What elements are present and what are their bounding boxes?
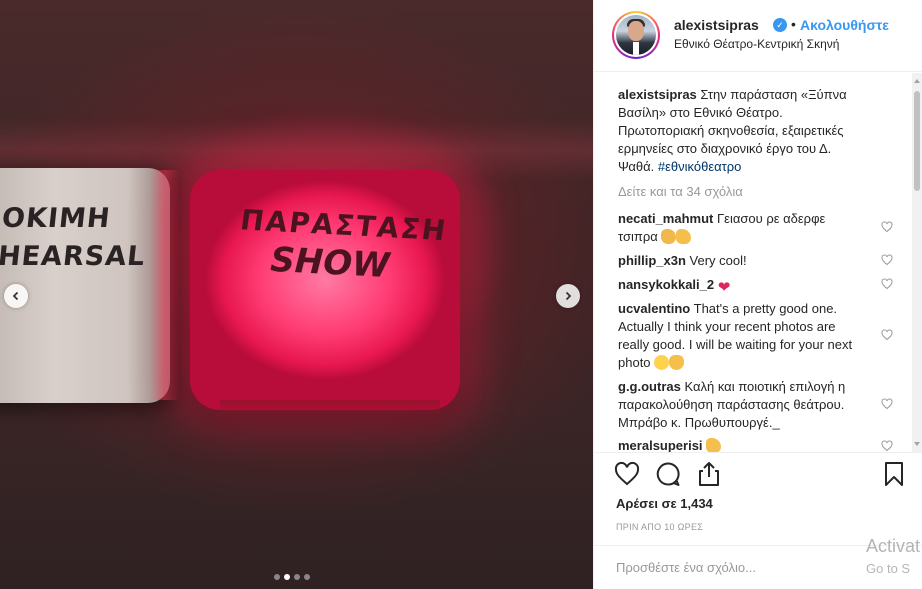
- thumbs-up-emoji-icon: [676, 229, 692, 244]
- carousel-dot: [304, 574, 310, 580]
- comment-like-heart-icon[interactable]: [881, 254, 893, 266]
- like-heart-icon[interactable]: [613, 460, 641, 488]
- comment-username[interactable]: g.g.outras: [618, 379, 681, 394]
- post-timestamp[interactable]: ΠΡΙΝ ΑΠΟ 10 ΩΡΕΣ: [616, 522, 703, 532]
- caption-username[interactable]: alexistsipras: [618, 87, 697, 102]
- carousel-dot-active: [284, 574, 290, 580]
- rehearsal-sign-text: ΟΚΙΜΗ HEARSAL: [0, 200, 147, 276]
- follow-button[interactable]: Ακολουθήστε: [800, 17, 889, 33]
- comment-like-heart-icon[interactable]: [881, 398, 893, 410]
- view-all-comments-link[interactable]: Δείτε και τα 34 σχόλια: [618, 184, 743, 199]
- comments-scrollbar[interactable]: [912, 73, 922, 453]
- chevron-right-icon: [565, 291, 572, 301]
- windows-activation-watermark: Activat: [866, 536, 921, 556]
- smile-emoji-icon: [654, 355, 670, 370]
- header-username[interactable]: alexistsipras: [674, 17, 759, 33]
- scroll-down-arrow-icon[interactable]: [914, 442, 920, 446]
- next-photo-button[interactable]: [556, 284, 580, 308]
- comment-text: Very cool!: [689, 253, 747, 268]
- previous-photo-button[interactable]: [4, 284, 28, 308]
- comment-like-heart-icon[interactable]: [881, 440, 893, 452]
- comment-username[interactable]: necati_mahmut: [618, 211, 713, 226]
- carousel-dots: [274, 574, 310, 580]
- likes-count[interactable]: Αρέσει σε 1,434: [616, 496, 713, 511]
- post-header: alexistsipras ✓ • Ακολουθήστε Εθνικό Θέα…: [594, 0, 922, 72]
- clapping-hands-emoji-icon: [661, 229, 677, 244]
- show-sign-text: ΠΑΡΑΣΤΑΣΗ SHOW: [238, 203, 449, 286]
- rehearsal-sign-line1: ΟΚΙΜΗ: [0, 203, 113, 234]
- comment-username[interactable]: phillip_x3n: [618, 253, 686, 268]
- carousel-dot: [294, 574, 300, 580]
- comment-item: meralsuperisi: [618, 437, 862, 453]
- avatar-photo: [616, 15, 656, 55]
- heart-emoji-icon: ❤: [717, 279, 731, 296]
- comment-item: necati_mahmut Γειασου ρε αδερφε τσιπρα: [618, 210, 862, 246]
- raised-hand-emoji-icon: [669, 355, 685, 370]
- show-sign-shadow: [220, 400, 440, 416]
- share-icon[interactable]: [695, 460, 723, 488]
- location-link[interactable]: Εθνικό Θέατρο-Κεντρική Σκηνή: [674, 37, 839, 51]
- comments-list[interactable]: alexistsipras Στην παράσταση «Ξύπνα Βασί…: [594, 73, 912, 453]
- avatar[interactable]: [612, 11, 660, 59]
- caption-hashtag[interactable]: #εθνικόθεατρο: [658, 159, 742, 174]
- carousel-dot: [274, 574, 280, 580]
- comment-bubble-icon[interactable]: [654, 460, 682, 488]
- comment-item: g.g.outras Καλή και ποιοτική επιλογή η π…: [618, 378, 862, 432]
- comment-username[interactable]: ucvalentino: [618, 301, 690, 316]
- action-bar: [593, 452, 922, 453]
- comment-username[interactable]: nansykokkali_2: [618, 277, 714, 292]
- post-photo[interactable]: ΟΚΙΜΗ HEARSAL ΠΑΡΑΣΤΑΣΗ SHOW: [0, 0, 593, 589]
- chevron-left-icon: [12, 291, 19, 301]
- comment-item: ucvalentino That's a pretty good one. Ac…: [618, 300, 862, 372]
- comment-username[interactable]: meralsuperisi: [618, 438, 703, 453]
- comment-item: nansykokkali_2 ❤: [618, 276, 862, 295]
- comment-like-heart-icon[interactable]: [881, 278, 893, 290]
- scrollbar-thumb[interactable]: [914, 91, 920, 191]
- verified-badge-icon: ✓: [773, 18, 787, 32]
- comment-item: phillip_x3n Very cool!: [618, 252, 862, 270]
- add-comment-input[interactable]: [616, 560, 836, 575]
- show-sign: [190, 170, 460, 410]
- thumbs-up-emoji-icon: [706, 438, 722, 453]
- windows-activation-watermark-subtext: Go to S: [866, 561, 911, 576]
- post-caption: alexistsipras Στην παράσταση «Ξύπνα Βασί…: [618, 86, 864, 176]
- header-separator: •: [791, 16, 796, 32]
- comment-like-heart-icon[interactable]: [881, 221, 893, 233]
- comment-like-heart-icon[interactable]: [881, 329, 893, 341]
- show-sign-line2: SHOW: [269, 239, 391, 287]
- instagram-post-modal: ΟΚΙΜΗ HEARSAL ΠΑΡΑΣΤΑΣΗ SHOW alexistsipr…: [0, 0, 922, 589]
- scroll-up-arrow-icon[interactable]: [914, 79, 920, 83]
- save-bookmark-icon[interactable]: [880, 460, 908, 488]
- rehearsal-sign-glow: [150, 170, 180, 400]
- rehearsal-sign-line2: HEARSAL: [0, 241, 147, 272]
